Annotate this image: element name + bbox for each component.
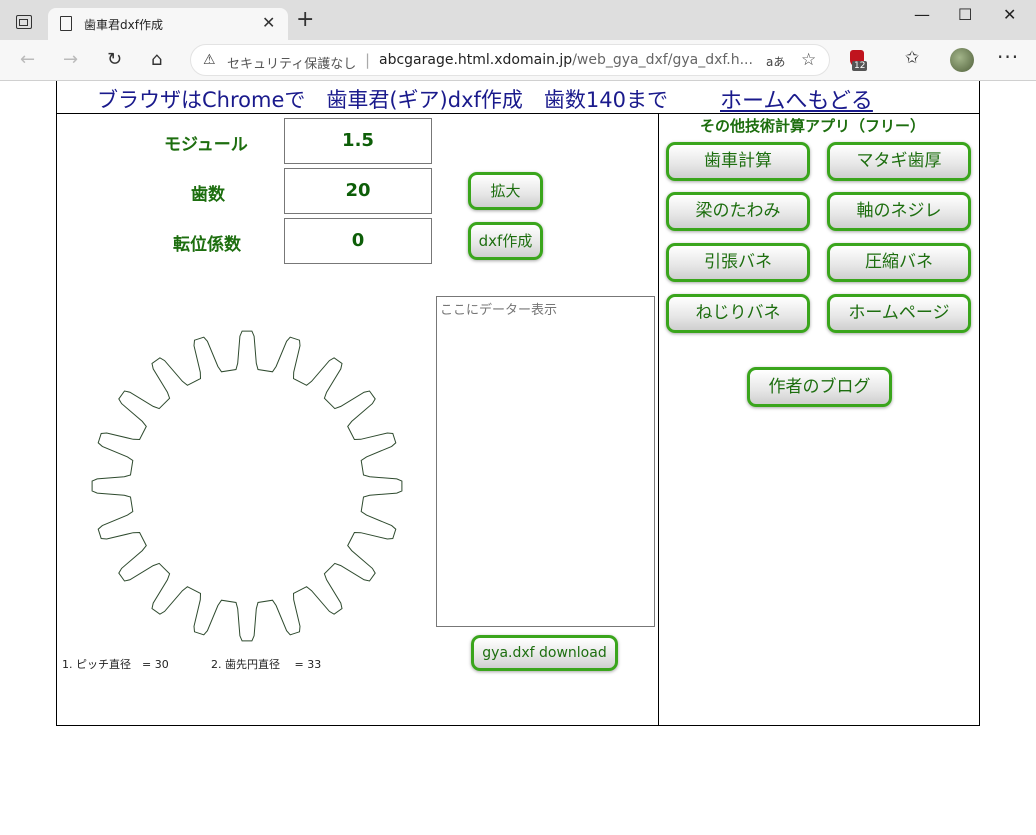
close-window-icon[interactable]: ✕ xyxy=(1003,5,1016,24)
url-text[interactable]: abcgarage.html.xdomain.jp/web_gya_dxf/gy… xyxy=(379,52,753,68)
module-input[interactable]: 1.5 xyxy=(284,118,432,164)
address-bar[interactable]: ⚠ セキュリティ保護なし | abcgarage.html.xdomain.jp… xyxy=(190,44,830,76)
zoom-button[interactable]: 拡大 xyxy=(468,172,543,210)
more-menu-icon[interactable]: ··· xyxy=(997,45,1019,69)
app-gear-calc-button[interactable]: 歯車計算 xyxy=(666,142,810,181)
sidebar-title: その他技術計算アプリ（フリー） xyxy=(700,117,926,135)
refresh-icon[interactable]: ↻ xyxy=(107,49,122,70)
data-display-textarea[interactable] xyxy=(436,296,655,627)
create-dxf-button[interactable]: dxf作成 xyxy=(468,222,543,260)
page-header: ブラウザはChromeで 歯車君(ギア)dxf作成 歯数140まで ホームへもど… xyxy=(57,81,979,114)
gear-outline xyxy=(91,330,403,642)
teeth-label: 歯数 xyxy=(191,185,225,205)
shift-coefficient-input[interactable]: 0 xyxy=(284,218,432,264)
url-domain: abcgarage.html.xdomain.jp xyxy=(379,52,573,68)
tab-strip: 歯車君dxf作成 ✕ + — ☐ ✕ xyxy=(0,0,1036,40)
browser-tab[interactable]: 歯車君dxf作成 ✕ xyxy=(48,8,288,40)
pitch-diameter-result: 1. ピッチ直径 = 30 xyxy=(62,658,169,671)
shift-coefficient-label: 転位係数 xyxy=(173,235,241,255)
reader-view-icon[interactable]: aあ xyxy=(766,53,785,70)
tab-title: 歯車君dxf作成 xyxy=(84,18,163,32)
column-divider xyxy=(658,114,659,725)
module-label: モジュール xyxy=(164,135,248,155)
url-path: /web_gya_dxf/gya_dxf.h... xyxy=(572,52,753,68)
gear-drawing xyxy=(91,330,403,642)
address-separator: | xyxy=(365,51,371,69)
page-icon xyxy=(60,16,72,31)
app-beam-deflection-button[interactable]: 梁のたわみ xyxy=(666,192,810,231)
app-torsion-spring-button[interactable]: ねじりバネ xyxy=(666,294,810,333)
page-title: ブラウザはChromeで 歯車君(ギア)dxf作成 歯数140まで xyxy=(97,88,668,112)
home-link[interactable]: ホームへもどる xyxy=(720,83,873,115)
favorites-icon[interactable]: ✩ xyxy=(905,48,919,68)
tip-diameter-result: 2. 歯先円直径 = 33 xyxy=(211,658,322,671)
app-compression-spring-button[interactable]: 圧縮バネ xyxy=(827,243,971,282)
web-page: ブラウザはChromeで 歯車君(ギア)dxf作成 歯数140まで ホームへもど… xyxy=(0,81,1036,835)
browser-toolbar: ← → ↻ ⌂ ⚠ セキュリティ保護なし | abcgarage.html.xd… xyxy=(0,40,1036,81)
window-menu-icon[interactable] xyxy=(16,15,32,29)
extension-badge: 12 xyxy=(852,61,868,71)
forward-icon[interactable]: → xyxy=(63,49,78,70)
author-blog-button[interactable]: 作者のブログ xyxy=(747,367,892,407)
teeth-input[interactable]: 20 xyxy=(284,168,432,214)
app-tension-spring-button[interactable]: 引張バネ xyxy=(666,243,810,282)
dxf-download-button[interactable]: gya.dxf download xyxy=(471,635,618,671)
back-icon[interactable]: ← xyxy=(20,49,35,70)
warning-icon[interactable]: ⚠ xyxy=(203,52,216,68)
profile-avatar[interactable] xyxy=(950,48,974,72)
home-icon[interactable]: ⌂ xyxy=(151,49,162,70)
close-tab-icon[interactable]: ✕ xyxy=(262,13,275,32)
app-span-thickness-button[interactable]: マタギ歯厚 xyxy=(827,142,971,181)
add-favorite-icon[interactable]: ☆ xyxy=(801,50,816,70)
app-shaft-torsion-button[interactable]: 軸のネジレ xyxy=(827,192,971,231)
maximize-icon[interactable]: ☐ xyxy=(958,5,972,24)
security-label[interactable]: セキュリティ保護なし xyxy=(227,53,356,72)
homepage-button[interactable]: ホームページ xyxy=(827,294,971,333)
minimize-icon[interactable]: — xyxy=(914,5,930,24)
new-tab-icon[interactable]: + xyxy=(296,9,314,31)
browser-chrome: 歯車君dxf作成 ✕ + — ☐ ✕ ← → ↻ ⌂ ⚠ セキュリティ保護なし … xyxy=(0,0,1036,81)
app-frame: ブラウザはChromeで 歯車君(ギア)dxf作成 歯数140まで ホームへもど… xyxy=(56,81,980,726)
